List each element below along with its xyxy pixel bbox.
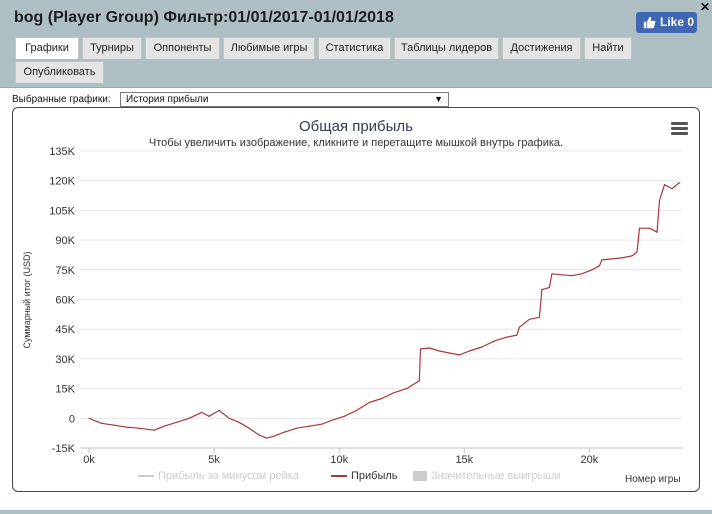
data-point	[648, 227, 651, 229]
window-bottom-border	[0, 510, 712, 514]
data-point	[125, 426, 128, 428]
data-point	[448, 352, 450, 354]
data-point	[611, 258, 613, 260]
data-point	[266, 437, 268, 439]
data-point	[283, 431, 285, 433]
x-axis-title: Номер игры	[625, 474, 681, 485]
data-point	[368, 401, 370, 404]
y-tick-label: -15K	[52, 443, 76, 455]
data-point	[663, 184, 666, 186]
data-point	[248, 427, 250, 429]
data-point	[468, 350, 470, 352]
data-point	[548, 287, 551, 289]
y-tick-label: 90K	[55, 235, 75, 247]
y-tick-label: 120K	[49, 176, 75, 188]
data-point	[636, 251, 638, 253]
legend-item-profit-minus-rake[interactable]: Прибыль за минусом рейка	[138, 470, 299, 482]
y-tick-label: 105K	[49, 205, 75, 217]
data-point	[541, 289, 543, 291]
data-point	[419, 348, 422, 350]
legend-line-icon	[331, 475, 347, 478]
data-point	[571, 275, 573, 277]
x-tick-label: 5k	[208, 454, 220, 466]
legend-label: Прибыль за минусом рейка	[158, 470, 299, 482]
data-point	[621, 257, 623, 259]
profit-chart[interactable]: -15K 0 15K 30K 45K 60K 75K 90K 105K 120K 135K 0k 5k 1…	[0, 0, 712, 514]
data-point	[100, 422, 103, 424]
data-point	[481, 346, 483, 348]
data-point	[528, 318, 531, 320]
data-point	[113, 424, 115, 426]
x-tick-label: 20k	[581, 454, 599, 466]
data-point	[258, 434, 260, 436]
data-point	[331, 419, 333, 421]
data-point	[601, 259, 603, 261]
data-point	[176, 421, 178, 423]
legend-label: Прибыль	[351, 470, 398, 482]
data-point	[506, 336, 508, 338]
data-point	[356, 409, 358, 411]
data-point	[551, 273, 553, 275]
data-point	[598, 265, 601, 267]
data-point	[163, 425, 165, 427]
data-point	[343, 415, 345, 417]
data-point	[678, 182, 681, 184]
data-point	[658, 199, 661, 202]
data-point	[538, 316, 541, 318]
data-point	[561, 274, 563, 276]
data-point	[581, 273, 583, 275]
data-point	[208, 415, 210, 417]
data-point	[273, 435, 275, 437]
y-tick-label: 0	[69, 413, 75, 425]
data-point	[438, 350, 440, 352]
data-point	[418, 380, 420, 382]
data-point	[138, 427, 140, 429]
data-point	[591, 269, 593, 271]
data-point	[381, 397, 383, 400]
data-point	[201, 411, 203, 413]
data-point	[458, 354, 460, 356]
y-tick-label: 30K	[55, 354, 75, 366]
data-point	[393, 392, 395, 394]
data-point	[296, 427, 298, 429]
data-point	[238, 421, 240, 423]
data-point	[638, 227, 641, 229]
legend-label: Значительные выигрыши	[431, 470, 561, 482]
data-point	[631, 255, 633, 257]
data-point	[518, 326, 521, 328]
y-tick-label: 15K	[55, 384, 75, 396]
legend-item-big-wins[interactable]: Значительные выигрыши	[413, 470, 560, 482]
data-point	[88, 417, 90, 419]
data-point	[228, 417, 230, 419]
data-point	[321, 423, 323, 425]
x-tick-label: 0k	[83, 454, 95, 466]
data-point	[656, 231, 658, 233]
legend-box-icon	[413, 471, 427, 482]
data-point	[188, 417, 190, 419]
legend-line-icon	[138, 475, 154, 478]
y-tick-label: 75K	[55, 265, 75, 277]
data-point	[308, 425, 310, 427]
y-tick-label: 135K	[49, 146, 75, 158]
y-tick-label: 45K	[55, 324, 75, 336]
data-point	[516, 334, 518, 336]
x-tick-label: 15k	[455, 454, 473, 466]
x-tick-label: 10k	[330, 454, 348, 466]
data-point	[218, 409, 220, 411]
data-point	[671, 188, 673, 190]
series-line-profit[interactable]	[88, 182, 680, 439]
data-point	[493, 340, 495, 342]
legend-item-profit[interactable]: Прибыль	[331, 470, 398, 482]
y-tick-label: 60K	[55, 295, 75, 307]
data-point	[153, 429, 155, 431]
data-point	[406, 388, 408, 390]
data-point	[428, 347, 430, 349]
